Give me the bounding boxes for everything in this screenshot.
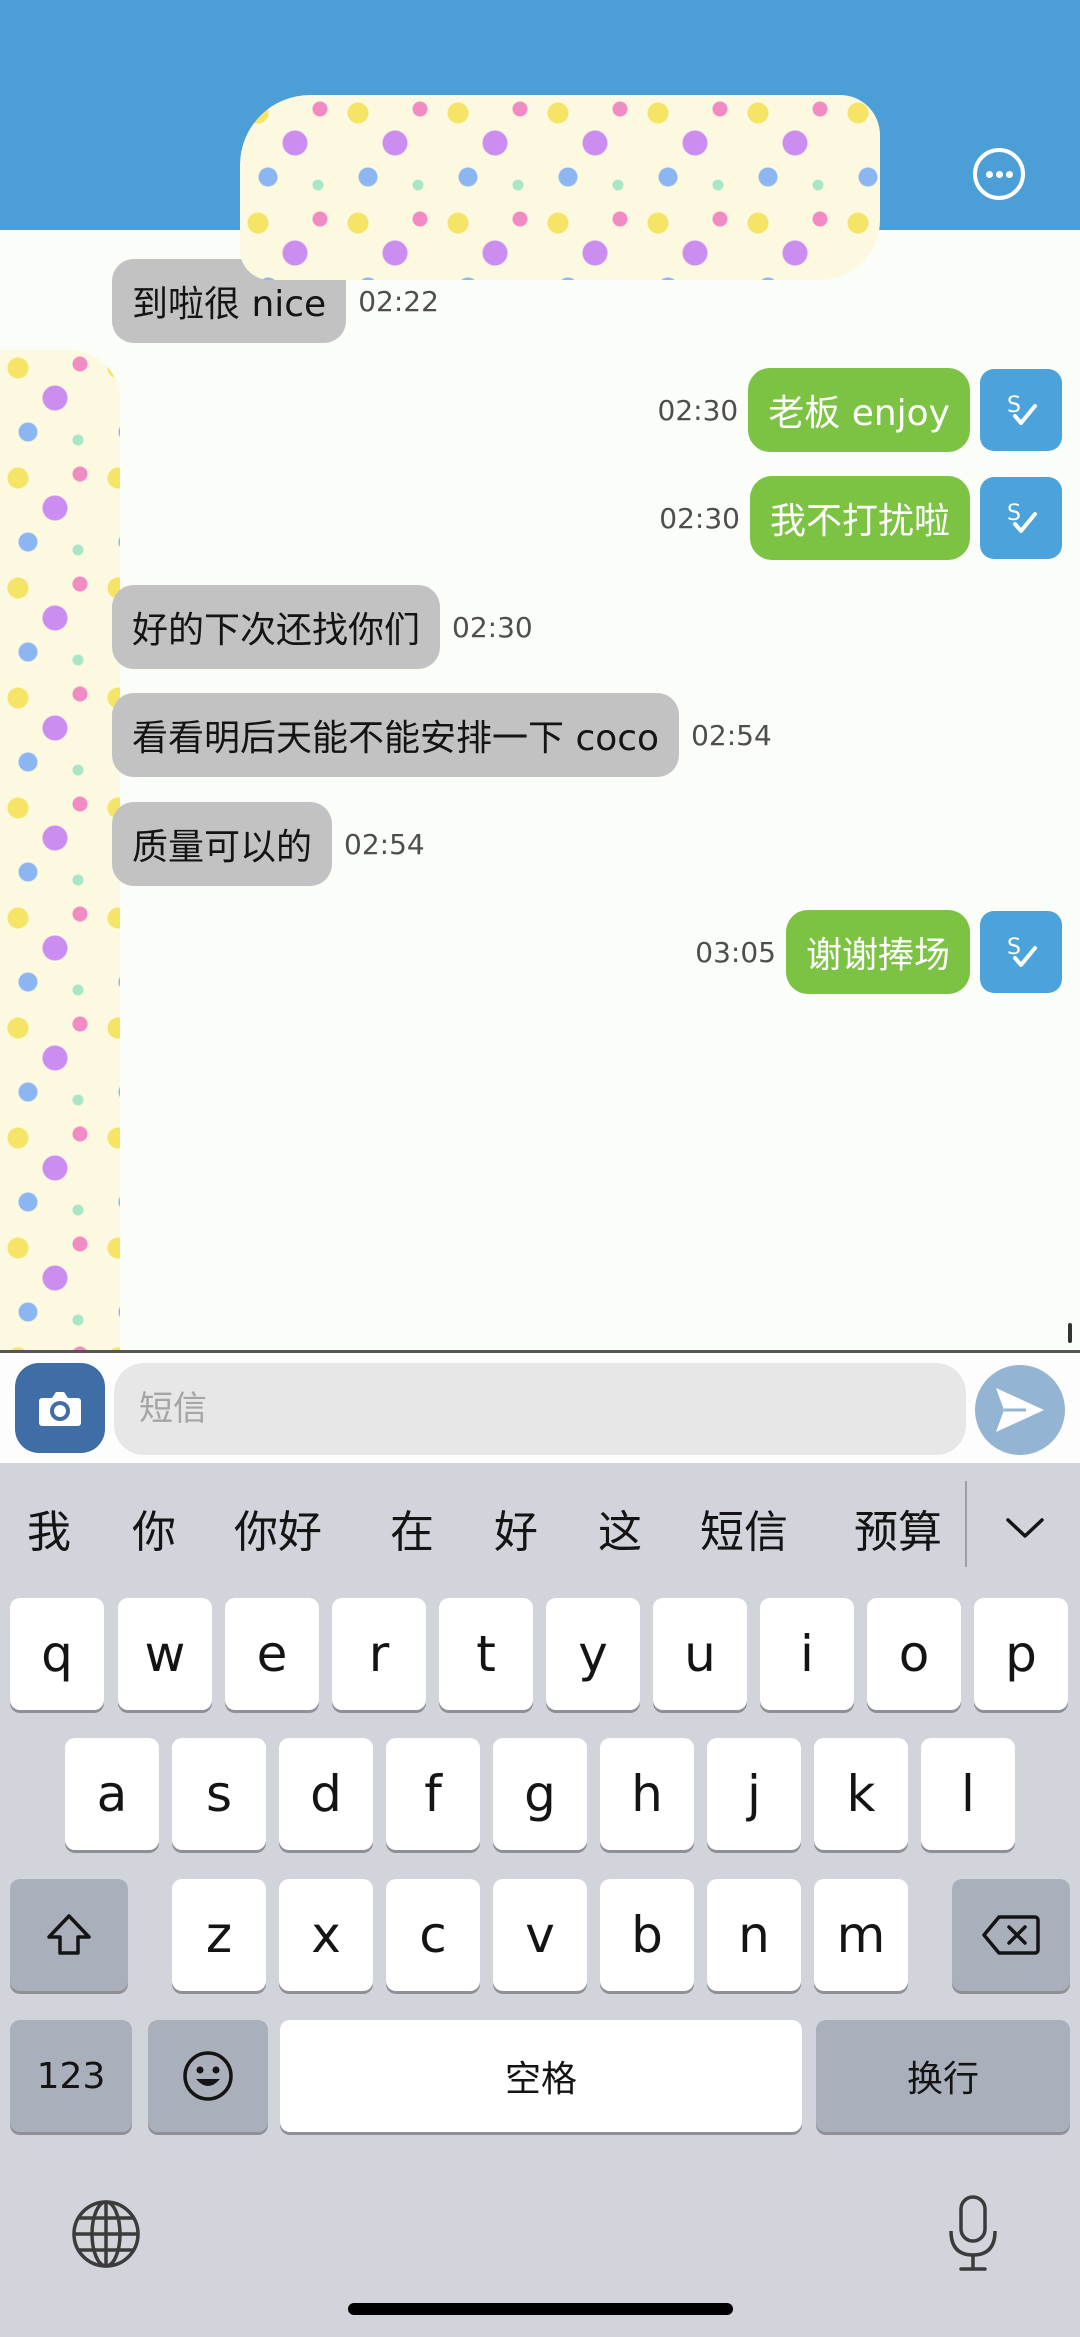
message-row-outgoing: 03:05 谢谢捧场 S [695,910,1062,994]
more-options-button[interactable] [973,148,1025,200]
candidate-word[interactable]: 这 [598,1463,642,1593]
key-j[interactable]: j [707,1738,801,1850]
composer-bar [0,1353,1080,1463]
message-row-incoming: 看看明后天能不能安排一下 coco 02:54 [112,693,772,777]
globe-icon [72,2200,140,2268]
message-bubble-outgoing[interactable]: 谢谢捧场 [785,910,970,994]
candidate-separator [965,1481,967,1567]
message-bubble-incoming[interactable]: 质量可以的 [112,802,333,886]
camera-icon [39,1392,81,1426]
home-indicator[interactable] [348,2303,733,2315]
delivered-status-icon: S [980,477,1062,559]
send-icon [996,1388,1044,1432]
message-row-incoming: 好的下次还找你们 02:30 [112,585,533,669]
key-k[interactable]: k [814,1738,908,1850]
message-time: 02:22 [358,284,439,318]
key-r[interactable]: r [332,1598,426,1710]
keyboard: 我 你 你好 在 好 这 短信 预算 q w e r t y u i o p a… [0,1463,1080,2337]
message-time: 02:30 [452,610,533,644]
microphone-icon [949,2195,997,2271]
key-y[interactable]: y [546,1598,640,1710]
collapse-candidates-button[interactable] [985,1493,1065,1563]
emoji-icon [183,2051,233,2101]
key-u[interactable]: u [653,1598,747,1710]
key-q[interactable]: q [10,1598,104,1710]
message-bubble-incoming[interactable]: 看看明后天能不能安排一下 coco [112,693,680,777]
chevron-down-icon [1006,1518,1044,1538]
message-bubble-outgoing[interactable]: 我不打扰啦 [749,476,970,560]
message-row-incoming: 质量可以的 02:54 [112,802,425,886]
candidate-word[interactable]: 我 [27,1463,71,1593]
message-bubble-outgoing[interactable]: 老板 enjoy [748,368,970,452]
key-f[interactable]: f [386,1738,480,1850]
message-row-outgoing: 02:30 我不打扰啦 S [659,476,1062,560]
message-time: 02:30 [657,393,739,427]
key-e[interactable]: e [225,1598,319,1710]
candidate-bar: 我 你 你好 在 好 这 短信 预算 [0,1463,1080,1593]
more-dot-icon [1006,171,1013,178]
sticker-decoration [240,95,880,280]
dictation-button[interactable] [945,2193,1001,2275]
shift-icon [47,1914,91,1955]
key-n[interactable]: n [707,1879,801,1991]
key-v[interactable]: v [493,1879,587,1991]
message-row-outgoing: 02:30 老板 enjoy S [658,368,1062,452]
candidate-word[interactable]: 好 [494,1463,538,1593]
backspace-icon [982,1915,1040,1955]
backspace-key[interactable] [952,1879,1070,1991]
candidate-word[interactable]: 你好 [234,1463,322,1593]
candidate-word[interactable]: 你 [132,1463,176,1593]
emoji-key[interactable] [148,2020,268,2132]
shift-key[interactable] [10,1879,128,1991]
more-dot-icon [996,171,1003,178]
candidate-word[interactable]: 在 [390,1463,434,1593]
key-i[interactable]: i [760,1598,854,1710]
key-h[interactable]: h [600,1738,694,1850]
key-z[interactable]: z [172,1879,266,1991]
key-l[interactable]: l [921,1738,1015,1850]
camera-button[interactable] [15,1363,105,1453]
globe-button[interactable] [70,2198,142,2270]
key-m[interactable]: m [814,1879,908,1991]
candidate-word[interactable]: 预算 [854,1463,942,1593]
return-key[interactable]: 换行 [816,2020,1070,2132]
candidate-word[interactable]: 短信 [700,1463,788,1593]
scrollbar[interactable] [1068,1323,1072,1343]
send-button[interactable] [975,1365,1065,1455]
message-input[interactable] [114,1363,966,1455]
svg-text:S: S [1007,393,1021,418]
message-time: 02:54 [344,827,425,861]
message-time: 03:05 [695,935,776,969]
key-x[interactable]: x [279,1879,373,1991]
delivered-status-icon: S [980,911,1062,993]
key-p[interactable]: p [974,1598,1068,1710]
message-time: 02:30 [659,501,740,535]
message-list[interactable]: 到啦很 nice 02:22 02:30 老板 enjoy S 02:30 我不… [0,230,1080,1530]
svg-text:S: S [1007,501,1021,526]
key-b[interactable]: b [600,1879,694,1991]
key-s[interactable]: s [172,1738,266,1850]
message-time: 02:54 [691,718,772,752]
key-o[interactable]: o [867,1598,961,1710]
space-key[interactable]: 空格 [280,2020,802,2132]
delivered-status-icon: S [980,369,1062,451]
svg-text:S: S [1007,935,1021,960]
key-d[interactable]: d [279,1738,373,1850]
message-bubble-incoming[interactable]: 好的下次还找你们 [112,585,441,669]
key-t[interactable]: t [439,1598,533,1710]
key-c[interactable]: c [386,1879,480,1991]
key-a[interactable]: a [65,1738,159,1850]
numbers-key[interactable]: 123 [10,2020,132,2132]
key-w[interactable]: w [118,1598,212,1710]
more-dot-icon [986,171,993,178]
key-g[interactable]: g [493,1738,587,1850]
